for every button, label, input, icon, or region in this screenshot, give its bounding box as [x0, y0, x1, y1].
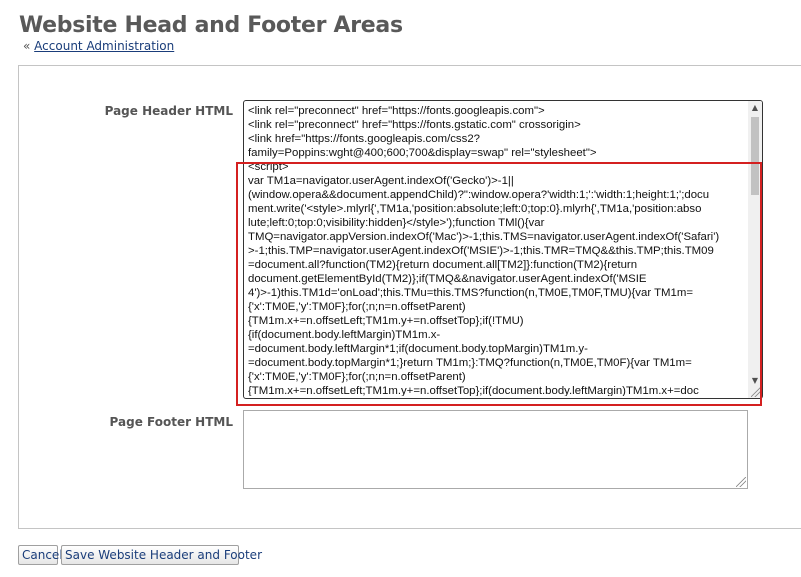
account-administration-link[interactable]: Account Administration — [34, 39, 174, 53]
header-code-line: =document.all?function(TM2){return docum… — [248, 259, 638, 271]
header-code-line: <link href="https://fonts.googleapis.com… — [248, 133, 480, 145]
page-header-textarea[interactable]: <link rel="preconnect" href="https://fon… — [243, 100, 763, 399]
header-code-line: document.getElementById(TM2)};if(TMQ&&na… — [248, 273, 647, 285]
header-code-line: family=Poppins:wght@400;600;700&display=… — [248, 147, 597, 159]
page-footer-textarea[interactable] — [243, 410, 748, 489]
footer-resize-grip-icon[interactable] — [736, 477, 746, 487]
header-code-line: {'x':TM0E,'y':TM0F};for(;n;n=n.offsetPar… — [248, 301, 466, 313]
breadcrumb-prefix: « — [23, 39, 31, 53]
page-title: Website Head and Footer Areas — [19, 13, 403, 38]
header-code-line: <link rel="preconnect" href="https://fon… — [248, 119, 581, 131]
scroll-up-icon[interactable]: ▲ — [748, 101, 762, 115]
page-header-label: Page Header HTML — [104, 104, 233, 118]
page-footer-label: Page Footer HTML — [109, 415, 233, 429]
resize-grip-icon[interactable] — [751, 387, 761, 397]
header-code-line: <link rel="preconnect" href="https://fon… — [248, 105, 545, 117]
header-scrollbar[interactable]: ▲ ▼ — [748, 101, 762, 398]
save-header-footer-button[interactable]: Save Website Header and Footer — [61, 545, 262, 565]
page-header-content[interactable]: <link rel="preconnect" href="https://fon… — [248, 104, 744, 396]
header-code-line: lute;left:0;top:0;visibility:hidden}</st… — [248, 217, 545, 229]
header-code-line: =document.body.topMargin*1;}return TM1m;… — [248, 357, 692, 369]
scroll-down-icon[interactable]: ▼ — [748, 374, 762, 388]
header-code-line: (window.opera&&document.appendChild)?":w… — [248, 189, 710, 201]
header-code-line: {TM1m.x+=n.offsetLeft;TM1m.y+=n.offsetTo… — [248, 385, 699, 396]
header-code-line: {if(document.body.leftMargin)TM1m.x- — [248, 329, 441, 341]
header-code-line: var TM1a=navigator.userAgent.indexOf('Ge… — [248, 175, 514, 187]
header-code-line: =document.body.leftMargin*1;if(document.… — [248, 343, 588, 355]
cancel-button[interactable]: Cancel — [18, 545, 63, 565]
breadcrumb: « Account Administration — [23, 39, 174, 53]
header-code-line: {TM1m.x+=n.offsetLeft;TM1m.y+=n.offsetTo… — [248, 315, 524, 327]
header-code-line: ment.write('<style>.mlyrl{',TM1a,'positi… — [248, 203, 702, 215]
header-code-line: {'x':TM0E,'y':TM0F};for(;n;n=n.offsetPar… — [248, 371, 466, 383]
header-code-line: >-1;this.TMP=navigator.userAgent.indexOf… — [248, 245, 714, 257]
header-code-line: TMQ=navigator.appVersion.indexOf('Mac')>… — [248, 231, 720, 243]
header-code-line: 4')>-1)this.TM1d='onLoad';this.TMu=this.… — [248, 287, 693, 299]
scroll-thumb[interactable] — [751, 117, 759, 195]
header-code-line: <script> — [248, 161, 289, 173]
